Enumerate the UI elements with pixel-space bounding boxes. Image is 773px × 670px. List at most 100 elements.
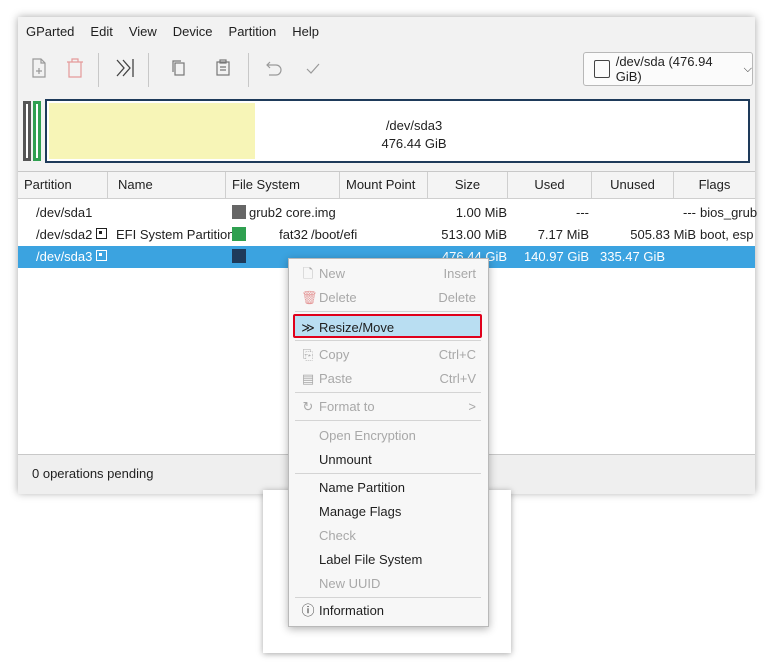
table-row[interactable]: /dev/sda1 grub2 core.img 1.00 MiB --- --…: [18, 202, 758, 224]
fs-color-swatch: [232, 227, 246, 241]
menu-item-paste[interactable]: ▤ Paste Ctrl+V: [289, 367, 488, 391]
cell-unused: 335.47 GiB: [600, 249, 666, 264]
menu-separator: [295, 340, 481, 341]
menu-item-unmount[interactable]: Unmount: [289, 448, 488, 472]
cell-partition: /dev/sda2: [36, 224, 108, 246]
info-icon: ⓘ: [301, 603, 315, 618]
menu-gparted[interactable]: GParted: [18, 24, 82, 39]
menu-item-information[interactable]: ⓘ Information: [289, 599, 488, 623]
paste-button[interactable]: [208, 53, 238, 83]
menu-help[interactable]: Help: [284, 24, 327, 39]
copy-icon: [172, 60, 185, 76]
disk-map-partition-size: 476.44 GiB: [381, 136, 447, 151]
status-text: 0 operations pending: [32, 466, 154, 481]
column-used[interactable]: Used: [508, 172, 592, 198]
delete-partition-button[interactable]: [60, 53, 90, 83]
menu-view[interactable]: View: [121, 24, 165, 39]
apply-button[interactable]: [298, 53, 328, 83]
column-name[interactable]: Name: [108, 172, 226, 198]
encryption-icon: [96, 228, 108, 239]
cell-file-system: [232, 224, 249, 246]
disk-map-partition-name: /dev/sda3: [385, 118, 443, 133]
menu-item-new[interactable]: 🗋 New Insert: [289, 262, 488, 286]
undo-icon: [266, 61, 282, 76]
resize-icon: ≫: [301, 320, 315, 335]
menu-separator: [295, 392, 481, 393]
column-mount-point[interactable]: Mount Point: [340, 172, 428, 198]
cell-size: 1.00 MiB: [455, 205, 507, 220]
chevron-down-icon: ⌵: [743, 62, 752, 75]
trash-icon: 🗑: [301, 290, 318, 305]
paste-icon: [216, 59, 230, 76]
cell-partition: /dev/sda3: [36, 246, 108, 268]
menu-device[interactable]: Device: [165, 24, 221, 39]
toolbar: /dev/sda (476.94 GiB) ⌵: [18, 47, 755, 91]
device-selector-label: /dev/sda (476.94 GiB): [615, 54, 713, 84]
toolbar-separator: [148, 53, 149, 87]
cell-file-system: grub2 core.img: [232, 202, 336, 224]
cell-file-system: [232, 246, 249, 268]
new-file-icon: 🗋: [302, 266, 314, 281]
cell-mount-point: /boot/efi: [311, 227, 358, 242]
new-partition-button[interactable]: [24, 53, 54, 83]
trash-icon: [67, 58, 83, 78]
cell-used: 7.17 MiB: [537, 227, 589, 242]
cell-used: 140.97 GiB: [523, 249, 589, 264]
chevron-right-icon: >: [468, 399, 476, 414]
menu-separator: [295, 420, 481, 421]
menu-item-manage-flags[interactable]: Manage Flags: [289, 500, 488, 524]
cell-flags: bios_grub: [700, 205, 758, 220]
menu-separator: [295, 597, 481, 598]
device-selector[interactable]: /dev/sda (476.94 GiB) ⌵: [583, 52, 753, 86]
cell-name: EFI System Partition: [116, 227, 235, 242]
fs-color-swatch: [232, 205, 246, 219]
undo-button[interactable]: [258, 53, 288, 83]
cell-unused: 505.83 MiB: [630, 227, 696, 242]
menu-separator: [295, 473, 481, 474]
fs-color-swatch: [232, 249, 246, 263]
copy-button[interactable]: [164, 53, 194, 83]
menu-item-name-partition[interactable]: Name Partition: [289, 476, 488, 500]
new-file-icon: [32, 58, 46, 78]
menu-partition[interactable]: Partition: [221, 24, 285, 39]
checkmark-icon: [306, 63, 320, 74]
menu-bar: GParted Edit View Device Partition Help: [18, 17, 755, 45]
cell-size: 513.00 MiB: [441, 227, 507, 242]
menu-separator: [295, 311, 481, 312]
menu-edit[interactable]: Edit: [82, 24, 120, 39]
menu-item-open-encryption[interactable]: Open Encryption: [289, 424, 488, 448]
menu-item-resize-move[interactable]: ≫ Resize/Move: [293, 314, 482, 338]
menu-item-check[interactable]: Check: [289, 524, 488, 548]
column-unused[interactable]: Unused: [592, 172, 674, 198]
disk-icon: [594, 60, 610, 78]
column-flags[interactable]: Flags: [674, 172, 755, 198]
cell-unused: ---: [683, 205, 696, 220]
disk-map: /dev/sda3 476.44 GiB: [23, 99, 750, 163]
disk-map-sda3[interactable]: /dev/sda3 476.44 GiB: [45, 99, 750, 163]
cell-partition: /dev/sda1: [36, 205, 93, 220]
menu-item-delete[interactable]: 🗑 Delete Delete: [289, 286, 488, 310]
toolbar-separator: [98, 53, 99, 87]
encryption-icon: [96, 250, 108, 261]
resize-icon: [116, 59, 134, 77]
paste-icon: ▤: [301, 371, 315, 386]
cell-fs-name: fat32: [279, 227, 308, 242]
menu-item-label-file-system[interactable]: Label File System: [289, 548, 488, 572]
table-header: Partition Name File System Mount Point S…: [18, 172, 755, 199]
menu-item-format-to[interactable]: ↻ Format to >: [289, 395, 488, 419]
column-partition[interactable]: Partition: [18, 172, 108, 198]
menu-item-copy[interactable]: ⎘ Copy Ctrl+C: [289, 343, 488, 367]
column-file-system[interactable]: File System: [226, 172, 340, 198]
toolbar-separator: [248, 53, 249, 87]
copy-icon: ⎘: [302, 347, 314, 362]
resize-move-button[interactable]: [110, 53, 140, 83]
context-menu: 🗋 New Insert 🗑 Delete Delete ≫ Resize/Mo…: [288, 258, 489, 627]
table-row[interactable]: /dev/sda2 EFI System Partition fat32 /bo…: [18, 224, 755, 246]
cell-used: ---: [576, 205, 589, 220]
menu-item-new-uuid[interactable]: New UUID: [289, 572, 488, 596]
disk-map-used-space: [49, 103, 256, 159]
column-size[interactable]: Size: [428, 172, 508, 198]
disk-map-sda2[interactable]: [33, 101, 41, 161]
cell-flags: boot, esp: [700, 227, 754, 242]
disk-map-sda1[interactable]: [23, 101, 31, 161]
